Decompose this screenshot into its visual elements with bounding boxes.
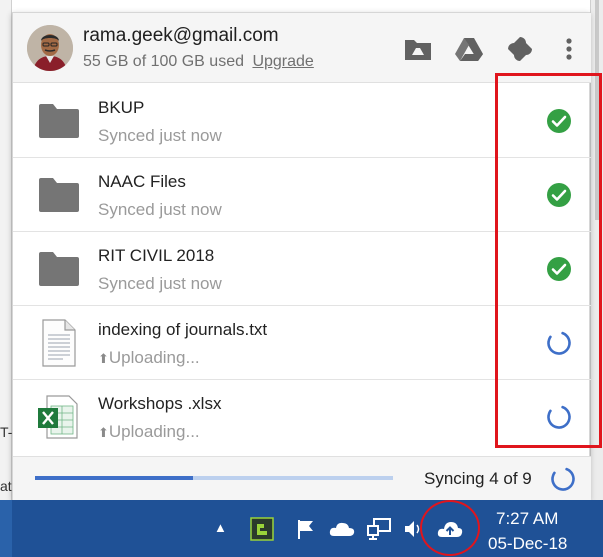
avatar[interactable]: [27, 25, 73, 71]
item-name: BKUP: [98, 98, 145, 117]
upload-arrow-icon: ⬆: [98, 425, 109, 440]
excel-file-icon: [37, 392, 79, 442]
item-status: Synced just now: [98, 274, 222, 293]
google-drive-icon[interactable]: [454, 35, 484, 63]
volume-icon[interactable]: [402, 517, 422, 541]
upload-arrow-icon: ⬆: [98, 351, 109, 366]
sync-progress-fill: [35, 476, 193, 480]
google-photos-icon[interactable]: [505, 35, 535, 63]
taskbar-edge: [0, 500, 12, 557]
sync-footer: Syncing 4 of 9: [13, 456, 591, 501]
text-file-icon: [41, 318, 77, 368]
syncing-spinner-icon: [550, 466, 576, 492]
item-name: NAAC Files: [98, 172, 186, 191]
item-name: Workshops .xlsx: [98, 394, 222, 413]
item-status-text: Uploading...: [108, 422, 200, 441]
annotation-highlight-rect: [495, 73, 602, 448]
annotation-highlight-circle: [420, 500, 480, 556]
taskbar-clock-date[interactable]: 05-Dec-18: [488, 534, 567, 554]
sync-progress-bar: [35, 476, 393, 480]
folder-icon: [37, 176, 81, 216]
folder-icon: [37, 250, 81, 290]
background-text-fragment: at: [0, 478, 12, 494]
storage-quota: 55 GB of 100 GB used Upgrade: [83, 53, 314, 71]
flag-icon[interactable]: [294, 517, 318, 541]
item-name: RIT CIVIL 2018: [98, 246, 215, 265]
onedrive-cloud-icon[interactable]: [328, 517, 356, 541]
item-status: ⬆Uploading...: [98, 348, 200, 368]
folder-icon: [37, 102, 81, 142]
quota-text: 55 GB of 100 GB used: [83, 53, 244, 70]
more-vert-icon[interactable]: [559, 35, 579, 63]
taskbar: ▲ 7:27 AM 05-Dec-18: [0, 500, 603, 557]
tray-app-icon[interactable]: [250, 517, 274, 541]
upgrade-link[interactable]: Upgrade: [252, 53, 313, 70]
sync-status-text: Syncing 4 of 9: [424, 469, 532, 488]
item-status: ⬆Uploading...: [98, 422, 200, 442]
item-status: Synced just now: [98, 200, 222, 219]
taskbar-clock-time[interactable]: 7:27 AM: [496, 509, 558, 529]
account-email: rama.geek@gmail.com: [83, 25, 279, 46]
background-text-fragment: T-: [0, 424, 13, 440]
item-status: Synced just now: [98, 126, 222, 145]
drive-folder-icon[interactable]: [403, 35, 433, 63]
item-name: indexing of journals.txt: [98, 320, 268, 339]
show-hidden-icons-icon[interactable]: ▲: [214, 520, 227, 535]
item-status-text: Uploading...: [108, 348, 200, 367]
network-icon[interactable]: [366, 517, 392, 541]
